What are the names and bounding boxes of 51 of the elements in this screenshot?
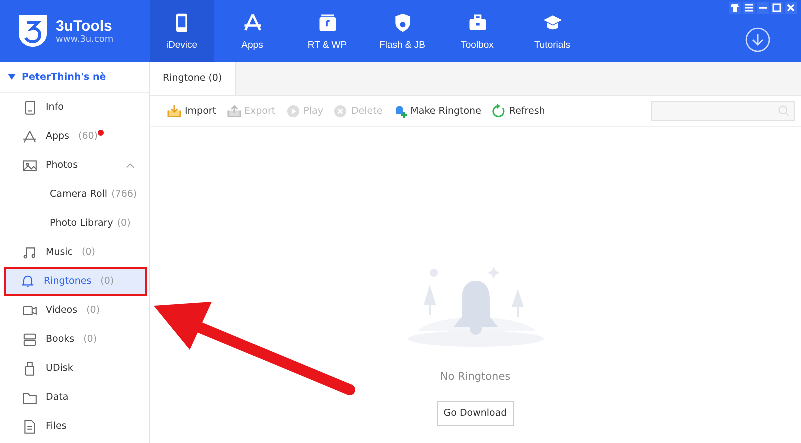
sidebar-icon bbox=[22, 244, 38, 260]
minimize-icon[interactable] bbox=[757, 2, 769, 14]
nav-tab[interactable]: iDevice bbox=[150, 0, 214, 62]
sidebar-item[interactable]: Books (0) bbox=[0, 325, 149, 354]
download-icon[interactable] bbox=[745, 27, 771, 53]
sidebar-item[interactable]: Music (0) bbox=[0, 238, 149, 267]
sidebar-icon bbox=[22, 128, 38, 144]
search-field[interactable] bbox=[651, 101, 795, 121]
sidebar-icon bbox=[22, 332, 38, 348]
expand-triangle-icon[interactable] bbox=[8, 73, 16, 81]
tab[interactable]: Ringtone (0) bbox=[150, 62, 236, 95]
empty-message: No Ringtones bbox=[440, 371, 511, 383]
sidebar-item[interactable]: Info bbox=[0, 93, 149, 122]
logo-icon bbox=[18, 14, 48, 48]
refresh-icon bbox=[491, 104, 506, 118]
download-tray-icon bbox=[167, 104, 182, 118]
device-name: PeterThinh's nè bbox=[22, 72, 106, 82]
sidebar-icon bbox=[20, 274, 36, 290]
toolbar-button[interactable]: Refresh bbox=[486, 104, 550, 118]
shirt-icon[interactable] bbox=[729, 2, 741, 14]
go-download-button[interactable]: Go Download bbox=[436, 401, 514, 426]
nav-tab[interactable]: Tutorials bbox=[516, 0, 589, 62]
sidebar-item[interactable]: Videos (0) bbox=[0, 296, 149, 325]
nav-tab[interactable]: Toolbox bbox=[441, 0, 514, 62]
nav-icon bbox=[242, 12, 264, 34]
close-icon[interactable] bbox=[785, 2, 797, 14]
collapse-chevron-icon[interactable] bbox=[126, 162, 135, 168]
play-icon bbox=[286, 104, 301, 118]
delete-icon bbox=[333, 104, 348, 118]
device-header[interactable]: PeterThinh's nè bbox=[0, 62, 149, 93]
toolbar-button[interactable]: Make Ringtone bbox=[388, 104, 486, 118]
sidebar-item[interactable]: Photos bbox=[0, 151, 149, 180]
sidebar-item[interactable]: Ringtones (0) bbox=[4, 267, 147, 296]
sidebar-item[interactable]: Files bbox=[0, 412, 149, 441]
sidebar-icon bbox=[22, 418, 38, 434]
sidebar-subitem[interactable]: Camera Roll (766) bbox=[0, 180, 149, 209]
toolbar-button[interactable]: Import bbox=[162, 104, 222, 118]
sidebar-subitem[interactable]: Photo Library (0) bbox=[0, 209, 149, 238]
upload-tray-icon bbox=[226, 104, 242, 118]
app-website: www.3u.com bbox=[56, 34, 114, 44]
sidebar-item[interactable]: Data bbox=[0, 383, 149, 412]
menu-icon[interactable] bbox=[743, 2, 755, 14]
nav-tab[interactable]: Apps bbox=[216, 0, 289, 62]
nav-tab[interactable]: RT & WP bbox=[291, 0, 364, 62]
nav-tab[interactable]: Flash & JB bbox=[366, 0, 439, 62]
sidebar-item[interactable]: UDisk bbox=[0, 354, 149, 383]
app-name: 3uTools bbox=[56, 18, 114, 34]
sidebar-icon bbox=[22, 158, 38, 174]
sidebar-item[interactable]: Apps (60) bbox=[0, 122, 149, 151]
search-icon bbox=[778, 105, 790, 117]
maximize-icon[interactable] bbox=[771, 2, 783, 14]
